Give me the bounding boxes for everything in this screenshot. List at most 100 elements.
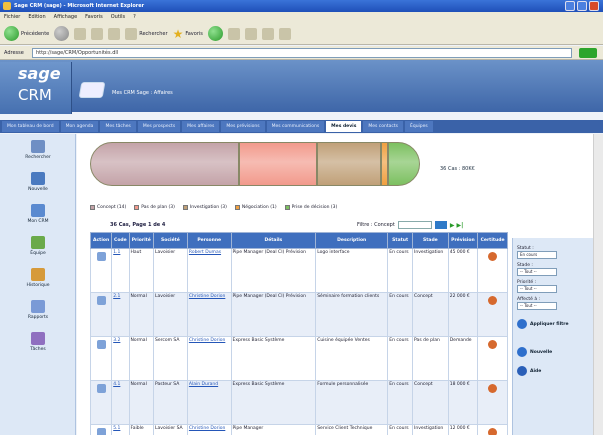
column-header[interactable]: Description (315, 232, 389, 249)
tab-contacts[interactable]: Mes contacts (363, 121, 403, 132)
table-cell[interactable]: Christine Dorion (186, 336, 232, 381)
filter-stage-select[interactable]: -- Tout -- (517, 268, 557, 276)
pipeline-segment-2[interactable] (317, 142, 381, 186)
sidebar-item-rechercher[interactable]: Rechercher (8, 140, 68, 160)
column-header[interactable]: Code (111, 232, 130, 249)
table-cell: Concept (412, 292, 449, 337)
home-button[interactable] (108, 27, 121, 40)
table-row[interactable]: 4.1 Normal Pasteur SA Alain Durand Express B… (89, 380, 508, 425)
table-cell[interactable]: 1.1 (111, 248, 130, 293)
legend-swatch (90, 205, 95, 210)
pipeline-segment-0[interactable] (90, 142, 240, 186)
filter-assigned-select[interactable]: -- Tout -- (517, 302, 557, 310)
menu-favoris[interactable]: Favoris (85, 12, 103, 23)
go-button[interactable] (579, 48, 597, 58)
table-cell[interactable]: Christine Dorion (186, 292, 232, 337)
menu-outils[interactable]: Outils (111, 12, 125, 23)
mail-button[interactable] (227, 27, 240, 40)
table-cell[interactable]: 5.1 (111, 424, 130, 435)
table-row[interactable]: 2.1 Normal Lavoisier Christine Dorion Pipe M… (89, 292, 508, 337)
edit-icon[interactable] (96, 340, 106, 349)
menu-fichier[interactable]: Fichier (4, 12, 20, 23)
table-cell[interactable]: Robert Dumas (186, 248, 232, 293)
tab-prospects[interactable]: Mes prospects (137, 121, 181, 132)
ie-icon (3, 2, 11, 10)
edit-icon[interactable] (96, 428, 106, 435)
menu-edition[interactable]: Edition (28, 12, 45, 23)
forward-button[interactable] (54, 26, 70, 41)
column-header[interactable]: Certitude (477, 232, 508, 249)
column-header[interactable]: Stade (412, 232, 449, 249)
table-cell: Sercom SA (153, 336, 188, 381)
media-button[interactable] (207, 26, 223, 41)
grid-pager[interactable]: 36 Cas, Page 1 de 4 (110, 222, 165, 228)
sidebar-item-historique[interactable]: Historique (8, 268, 68, 288)
tab-taches[interactable]: Mes tâches (100, 121, 136, 132)
edit-icon[interactable] (96, 384, 106, 393)
header-subtitle: Mes CRM Sage : Affaires (112, 90, 173, 96)
menu-affichage[interactable]: Affichage (54, 12, 78, 23)
filter-assigned-label: Affecté à : (517, 297, 541, 302)
sidebar-item-mon-crm[interactable]: Mon CRM (8, 204, 68, 224)
pipeline-segment-1[interactable] (239, 142, 318, 186)
back-button[interactable]: Précédente (4, 26, 49, 41)
tab-equipes[interactable]: Équipes (405, 121, 433, 132)
table-row[interactable]: 1.1 Haut Lavoisier Robert Dumas Pipe Manager… (89, 248, 508, 293)
column-header[interactable]: Prévision (447, 232, 479, 249)
table-cell: Pipe Manager (Deal CI) Prévision (230, 292, 317, 337)
folder-button[interactable] (278, 27, 291, 40)
next-page-icon[interactable]: ▶ ▶| (450, 222, 464, 229)
tab-devis[interactable]: Mes devis (326, 121, 362, 132)
table-row[interactable]: 5.1 Faible Lavoisier SA Christine Dorion Pip… (89, 424, 508, 435)
search-button[interactable]: Rechercher (125, 27, 168, 40)
maximize-button[interactable] (577, 1, 587, 11)
minimize-button[interactable] (565, 1, 575, 11)
tab-affaires[interactable]: Mes affaires (182, 121, 220, 132)
table-cell: Pasteur SA (153, 380, 188, 425)
pipeline-segment-3[interactable] (380, 142, 389, 186)
sidebar-item-equipe[interactable]: Équipe (8, 236, 68, 256)
table-cell: Formule personnalisée (315, 380, 389, 425)
sidebar-item-taches[interactable]: Tâches (8, 332, 68, 352)
column-header[interactable]: Statut (387, 232, 414, 249)
refresh-button[interactable] (91, 27, 104, 40)
column-header[interactable]: Action (89, 232, 113, 249)
certainty-icon (488, 384, 498, 393)
table-cell[interactable]: Alain Durand (186, 380, 232, 425)
edit-icon[interactable] (96, 296, 106, 305)
filter-label: Filtre : Concept (357, 222, 395, 228)
filter-priority-select[interactable]: -- Tout -- (517, 285, 557, 293)
tab-communications[interactable]: Mes communications (266, 121, 325, 132)
sidebar-item-rapports[interactable]: Rapports (8, 300, 68, 320)
table-cell[interactable]: 3.2 (111, 336, 130, 381)
pipeline-segment-4[interactable] (388, 142, 420, 186)
table-cell: Haut (128, 248, 155, 293)
table-cell[interactable]: 4.1 (111, 380, 130, 425)
tab-previsions[interactable]: Mes prévisions (221, 121, 265, 132)
help-button[interactable]: Aide (517, 366, 599, 376)
apply-filter-button[interactable]: Appliquer filtre (517, 319, 599, 329)
tab-agenda[interactable]: Mon agenda (60, 121, 99, 132)
address-input[interactable]: http://sage/CRM/Opportunités.dll (32, 48, 572, 58)
column-header[interactable]: Détails (230, 232, 317, 249)
sidebar-item-nouvelle[interactable]: Nouvelle (8, 172, 68, 192)
tab-tableau-de-bord[interactable]: Mon tableau de bord (2, 121, 59, 132)
stop-button[interactable] (74, 27, 87, 40)
menu-help[interactable]: ? (133, 12, 136, 23)
edit-icon[interactable] (96, 252, 106, 261)
column-header[interactable]: Priorité (128, 232, 155, 249)
column-header[interactable]: Société (153, 232, 188, 249)
column-header[interactable]: Personne (186, 232, 232, 249)
filter-status-select[interactable]: En cours (517, 251, 557, 259)
table-cell[interactable]: Christine Dorion (186, 424, 232, 435)
close-button[interactable] (589, 1, 599, 11)
filter-input[interactable] (397, 221, 432, 229)
edit-button[interactable] (261, 27, 274, 40)
favorites-button[interactable]: ★ Favoris (173, 27, 203, 41)
vertical-scrollbar[interactable] (593, 134, 603, 435)
new-opportunity-button[interactable]: Nouvelle (517, 347, 599, 357)
filter-go-button[interactable] (434, 221, 447, 229)
print-button[interactable] (244, 27, 257, 40)
table-row[interactable]: 3.2 Normal Sercom SA Christine Dorion Expres… (89, 336, 508, 381)
table-cell[interactable]: 2.1 (111, 292, 130, 337)
